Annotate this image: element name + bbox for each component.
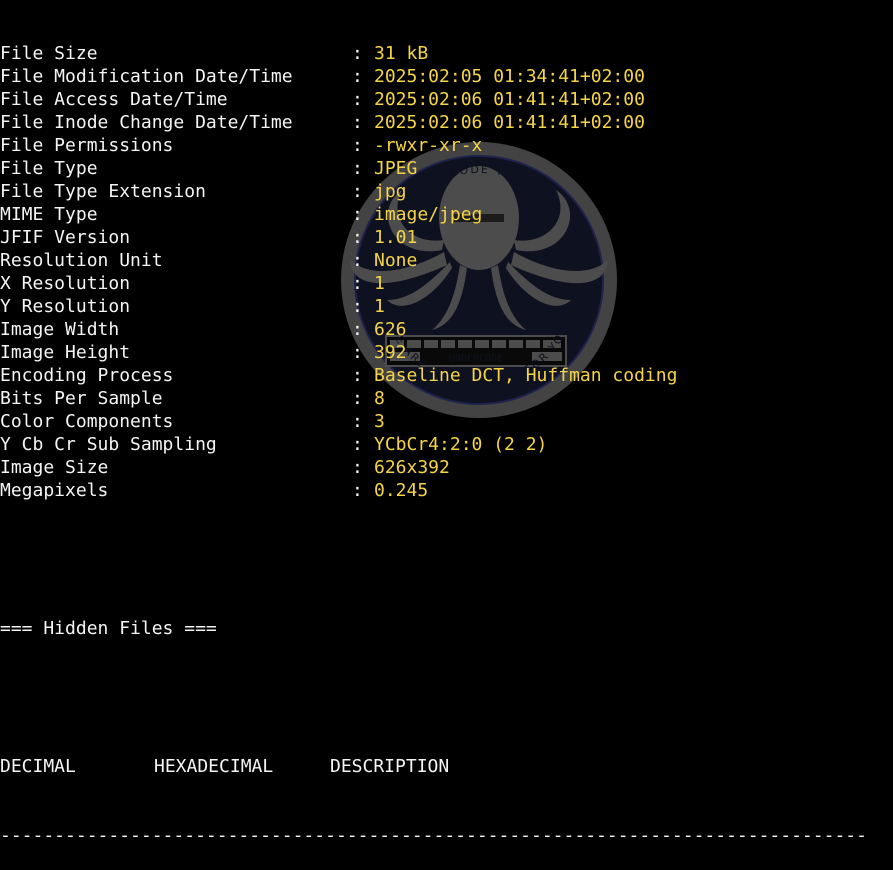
- metadata-separator: :: [352, 296, 363, 317]
- metadata-key: File Access Date/Time: [0, 89, 228, 110]
- metadata-value: JPEG: [374, 158, 418, 179]
- metadata-separator: :: [352, 227, 363, 248]
- column-hexadecimal: HEXADECIMAL: [154, 756, 274, 777]
- metadata-value: 2025:02:06 01:41:41+02:00: [374, 112, 645, 133]
- metadata-row: Y Cb Cr Sub Sampling: YCbCr4:2:0 (2 2): [0, 433, 893, 456]
- metadata-separator: :: [352, 112, 363, 133]
- metadata-value: -rwxr-xr-x: [374, 135, 483, 156]
- metadata-key: Image Width: [0, 319, 120, 340]
- metadata-row: Y Resolution:1: [0, 295, 893, 318]
- metadata-separator: :: [352, 434, 363, 455]
- metadata-key: JFIF Version: [0, 227, 131, 248]
- metadata-separator: :: [352, 342, 363, 363]
- metadata-value: jpg: [374, 181, 407, 202]
- metadata-value: 1: [374, 273, 385, 294]
- metadata-separator: :: [352, 135, 363, 156]
- metadata-separator: :: [352, 204, 363, 225]
- metadata-separator: :: [352, 319, 363, 340]
- metadata-key: File Inode Change Date/Time: [0, 112, 293, 133]
- metadata-separator: :: [352, 89, 363, 110]
- metadata-value: 1.01: [374, 227, 418, 248]
- metadata-separator: :: [352, 250, 363, 271]
- metadata-row: File Type: JPEG: [0, 157, 893, 180]
- metadata-separator: :: [352, 43, 363, 64]
- metadata-row: Resolution Unit: None: [0, 249, 893, 272]
- metadata-value: 1: [374, 296, 385, 317]
- metadata-separator: :: [352, 365, 363, 386]
- metadata-key: File Size: [0, 43, 98, 64]
- metadata-value: YCbCr4:2:0 (2 2): [374, 434, 548, 455]
- metadata-row: JFIF Version:1.01: [0, 226, 893, 249]
- metadata-separator: :: [352, 273, 363, 294]
- metadata-key: MIME Type: [0, 204, 98, 225]
- metadata-separator: :: [352, 181, 363, 202]
- metadata-row: Image Height:392: [0, 341, 893, 364]
- metadata-value: 626x392: [374, 457, 450, 478]
- metadata-value: 2025:02:06 01:41:41+02:00: [374, 89, 645, 110]
- column-description: DESCRIPTION: [330, 756, 450, 777]
- metadata-list: File Size:31 kB File Modification Date/Ti…: [0, 42, 893, 502]
- metadata-key: File Modification Date/Time: [0, 66, 293, 87]
- metadata-value: Baseline DCT, Huffman coding: [374, 365, 678, 386]
- metadata-value: 8: [374, 388, 385, 409]
- metadata-row: MIME Type: image/jpeg: [0, 203, 893, 226]
- metadata-key: Image Size: [0, 457, 109, 478]
- metadata-value: image/jpeg: [374, 204, 483, 225]
- metadata-row: File Permissions: -rwxr-xr-x: [0, 134, 893, 157]
- hidden-files-header: === Hidden Files ===: [0, 618, 217, 639]
- column-decimal: DECIMAL: [0, 756, 76, 777]
- metadata-key: Encoding Process: [0, 365, 174, 386]
- metadata-row: File Modification Date/Time:2025:02:05 0…: [0, 65, 893, 88]
- metadata-row: Megapixels:0.245: [0, 479, 893, 502]
- metadata-key: Y Cb Cr Sub Sampling: [0, 434, 217, 455]
- metadata-key: File Permissions: [0, 135, 174, 156]
- metadata-key: File Type Extension: [0, 181, 206, 202]
- metadata-key: Bits Per Sample: [0, 388, 163, 409]
- metadata-separator: :: [352, 66, 363, 87]
- metadata-key: Color Components: [0, 411, 174, 432]
- metadata-separator: :: [352, 388, 363, 409]
- metadata-value: 31 kB: [374, 43, 429, 64]
- metadata-separator: :: [352, 480, 363, 501]
- metadata-value: 0.245: [374, 480, 429, 501]
- metadata-key: X Resolution: [0, 273, 131, 294]
- metadata-value: 626: [374, 319, 407, 340]
- metadata-row: File Access Date/Time:2025:02:06 01:41:4…: [0, 88, 893, 111]
- metadata-row: File Type Extension: jpg: [0, 180, 893, 203]
- metadata-key: Resolution Unit: [0, 250, 163, 271]
- metadata-row: X Resolution:1: [0, 272, 893, 295]
- metadata-key: Y Resolution: [0, 296, 131, 317]
- metadata-row: Bits Per Sample:8: [0, 387, 893, 410]
- metadata-row: Encoding Process: Baseline DCT, Huffman c…: [0, 364, 893, 387]
- metadata-key: Image Height: [0, 342, 131, 363]
- metadata-value: 2025:02:05 01:34:41+02:00: [374, 66, 645, 87]
- metadata-row: File Size:31 kB: [0, 42, 893, 65]
- metadata-value: None: [374, 250, 418, 271]
- metadata-row: File Inode Change Date/Time:2025:02:06 0…: [0, 111, 893, 134]
- metadata-value: 3: [374, 411, 385, 432]
- metadata-row: Image Width:626: [0, 318, 893, 341]
- metadata-separator: :: [352, 457, 363, 478]
- metadata-value: 392: [374, 342, 407, 363]
- metadata-row: Color Components:3: [0, 410, 893, 433]
- metadata-row: Image Size:626x392: [0, 456, 893, 479]
- table-rule: ----------------------------------------…: [0, 825, 867, 846]
- metadata-separator: :: [352, 411, 363, 432]
- metadata-key: File Type: [0, 158, 98, 179]
- terminal-output: File Size:31 kB File Modification Date/Ti…: [0, 0, 893, 846]
- metadata-separator: :: [352, 158, 363, 179]
- metadata-key: Megapixels: [0, 480, 109, 501]
- table-header: DECIMAL HEXADECIMAL DESCRIPTION: [0, 755, 893, 778]
